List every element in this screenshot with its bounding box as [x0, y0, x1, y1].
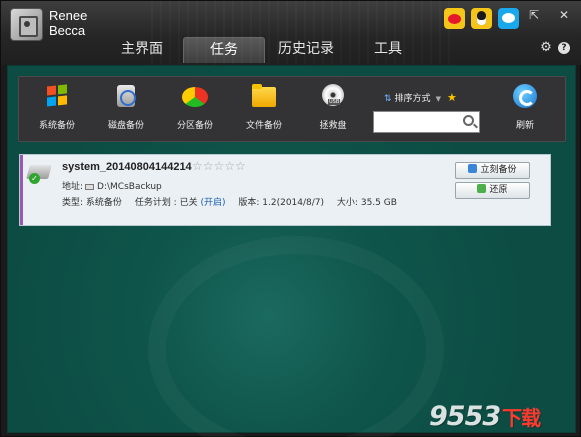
- restore-button[interactable]: 还原: [455, 182, 530, 199]
- brand-line-2: Becca: [49, 23, 86, 38]
- watermark-text: 下载: [502, 406, 541, 430]
- tab-home[interactable]: 主界面: [101, 37, 183, 63]
- system-backup-label: 系统备份: [38, 121, 75, 131]
- partition-pie-icon: [182, 83, 208, 109]
- type-value: 系统备份: [85, 198, 122, 208]
- app-window: Renee Becca 主界面 任务 历史记录 工具 ⇱ ✕ ⚙ ? 系统备份 …: [0, 0, 581, 437]
- tab-tools[interactable]: 工具: [347, 37, 429, 63]
- check-ok-icon: ✓: [29, 173, 40, 184]
- help-icon[interactable]: ?: [558, 42, 570, 54]
- task-address-row: 地址: D:\MCsBackup: [62, 179, 162, 192]
- main-tabs: 主界面 任务 历史记录 工具: [101, 37, 429, 63]
- disk-backup-button[interactable]: 磁盘备份: [93, 83, 159, 139]
- tab-history[interactable]: 历史记录: [265, 37, 347, 63]
- restore-label: 还原: [489, 185, 508, 195]
- hard-drive-icon: [85, 183, 95, 190]
- search-icon[interactable]: [463, 115, 474, 126]
- plan-label: 任务计划 : 已关: [134, 198, 198, 208]
- backup-icon: [468, 164, 478, 173]
- address-label: 地址:: [62, 182, 84, 192]
- restore-icon: [477, 184, 487, 193]
- sort-control[interactable]: ⇅ 排序方式 ▼ ★: [384, 91, 457, 104]
- search-input[interactable]: [374, 112, 458, 132]
- folder-icon: [251, 83, 277, 109]
- size-label: 大小:: [336, 198, 358, 208]
- tab-tasks[interactable]: 任务: [183, 37, 265, 63]
- size-value: 35.5 GB: [360, 198, 397, 208]
- backup-now-button[interactable]: 立刻备份: [455, 162, 530, 179]
- search-box: [373, 111, 480, 133]
- backup-toolbar: 系统备份 磁盘备份 分区备份 文件备份 拯救盘 ⇅排序方式 ▼ ★: [18, 76, 566, 142]
- file-backup-label: 文件备份: [245, 121, 282, 131]
- chevron-down-icon[interactable]: ▼: [436, 95, 441, 103]
- task-panel: 系统备份 磁盘备份 分区备份 文件备份 拯救盘 ⇅排序方式 ▼ ★: [7, 65, 576, 433]
- title-bar: Renee Becca 主界面 任务 历史记录 工具 ⇱ ✕ ⚙ ?: [1, 1, 581, 65]
- refresh-label: 刷新: [515, 121, 534, 131]
- file-backup-button[interactable]: 文件备份: [231, 83, 297, 139]
- disk-icon: [113, 83, 139, 109]
- type-label: 类型:: [62, 198, 84, 208]
- disk-backup-label: 磁盘备份: [107, 121, 144, 131]
- windows-icon: [44, 83, 70, 109]
- refresh-icon: [512, 83, 538, 109]
- refresh-button[interactable]: 刷新: [492, 83, 558, 139]
- brand-line-1: Renee: [49, 8, 88, 23]
- close-window-icon[interactable]: ✕: [557, 8, 571, 22]
- system-backup-button[interactable]: 系统备份: [24, 83, 90, 139]
- task-info-row: 类型: 系统备份 任务计划 : 已关 (开启) 版本: 1.2(2014/8/7…: [62, 195, 397, 208]
- qq-icon[interactable]: [471, 8, 492, 29]
- enable-plan-link[interactable]: (开启): [200, 198, 225, 208]
- chat-icon[interactable]: [498, 8, 519, 29]
- watermark-number: 9553: [429, 401, 501, 432]
- task-name: system_20140804144214: [62, 161, 192, 173]
- app-logo-icon: [10, 8, 43, 41]
- task-selection-strip: [20, 155, 23, 225]
- sort-label: 排序方式: [394, 94, 431, 104]
- address-value: D:\MCsBackup: [97, 182, 162, 192]
- weibo-icon[interactable]: [444, 8, 465, 29]
- site-watermark: 9553 下载: [429, 401, 541, 432]
- task-card[interactable]: ✓ system_20140804144214 ☆☆☆☆☆ 地址: D:\MCsB…: [19, 154, 551, 226]
- sort-arrows-icon: ⇅: [384, 94, 392, 104]
- star-filter-icon[interactable]: ★: [447, 91, 457, 104]
- rescue-disc-button[interactable]: 拯救盘: [300, 83, 366, 139]
- rescue-disc-label: 拯救盘: [319, 121, 347, 131]
- task-rating-stars[interactable]: ☆☆☆☆☆: [192, 159, 246, 173]
- app-brand: Renee Becca: [49, 8, 87, 38]
- version-label: 版本:: [238, 198, 260, 208]
- backup-now-label: 立刻备份: [480, 165, 517, 175]
- restore-window-icon[interactable]: ⇱: [527, 8, 541, 22]
- version-value: 1.2(2014/8/7): [262, 198, 325, 208]
- settings-gear-icon[interactable]: ⚙: [539, 41, 553, 55]
- partition-backup-button[interactable]: 分区备份: [162, 83, 228, 139]
- rescue-disc-icon: [320, 83, 346, 109]
- partition-backup-label: 分区备份: [176, 121, 213, 131]
